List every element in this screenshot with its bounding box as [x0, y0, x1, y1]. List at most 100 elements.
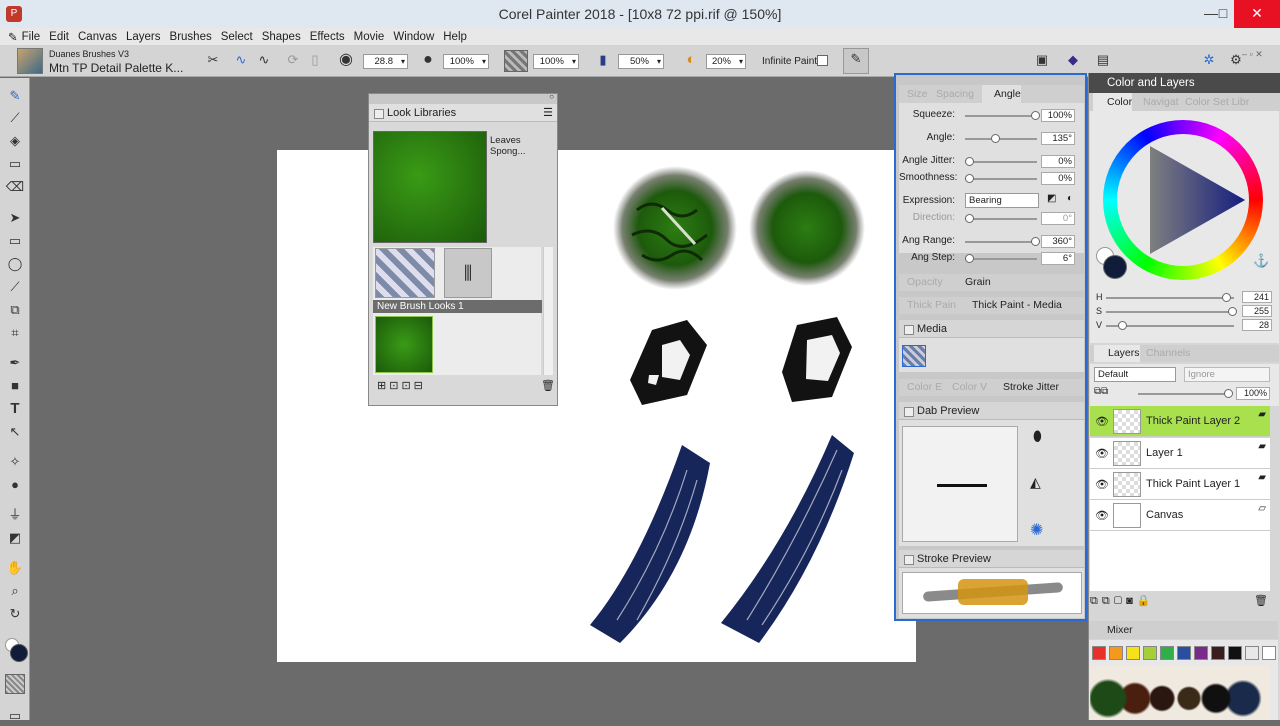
- mixer-color-swatch[interactable]: [1245, 646, 1259, 660]
- v-track[interactable]: [1106, 321, 1234, 330]
- tab-color[interactable]: Color: [1093, 93, 1133, 111]
- direction-icon[interactable]: ◐: [1067, 193, 1073, 204]
- eye-icon[interactable]: 👁: [1095, 447, 1109, 460]
- straight-line-icon[interactable]: ∿: [254, 50, 274, 70]
- mixer-color-swatch[interactable]: [1194, 646, 1208, 660]
- mixer-color-swatch[interactable]: [1160, 646, 1174, 660]
- menu-help[interactable]: Help: [443, 31, 467, 43]
- tab-grain[interactable]: Grain: [965, 274, 991, 291]
- h-track[interactable]: [1106, 293, 1234, 302]
- color-layers-title[interactable]: Color and Layers: [1089, 73, 1280, 93]
- layer-adjuster-icon[interactable]: ➤: [5, 208, 25, 228]
- transform-icon[interactable]: ⧉: [5, 300, 25, 320]
- saturation-value-triangle[interactable]: [1117, 134, 1249, 266]
- rotate-page-icon[interactable]: ↻: [5, 604, 25, 624]
- layer-opacity-track[interactable]: [1138, 389, 1233, 398]
- tab-thick-paint-media[interactable]: Thick Paint - Media: [972, 297, 1062, 314]
- menu-layers[interactable]: Layers: [126, 31, 161, 43]
- paint-drop-icon[interactable]: ◆: [1063, 50, 1083, 70]
- freehand-stroke-icon[interactable]: ∿: [231, 50, 251, 70]
- brush-category-label[interactable]: Duanes Brushes V3: [49, 49, 129, 59]
- reset-tool-icon[interactable]: ✂: [203, 50, 223, 70]
- media-selector-icon[interactable]: ▭: [5, 706, 25, 726]
- grain-field[interactable]: 100%: [533, 54, 579, 69]
- expression-dropdown[interactable]: Bearing: [965, 193, 1039, 208]
- mixer-color-swatch[interactable]: [1126, 646, 1140, 660]
- tab-channels[interactable]: Channels: [1146, 345, 1190, 362]
- library-icon[interactable]: ⊟: [414, 380, 426, 392]
- opacity-field[interactable]: 100%: [443, 54, 489, 69]
- close-button[interactable]: ✕: [1234, 0, 1280, 28]
- brush-tool-icon[interactable]: ✎: [5, 86, 25, 106]
- look-list-scrollbar[interactable]: [543, 247, 553, 375]
- stroke-attributes-icon[interactable]: ⟳: [283, 50, 303, 70]
- tab-spacing[interactable]: Spacing: [936, 85, 974, 103]
- menu-movie[interactable]: Movie: [354, 31, 385, 43]
- main-color-swatch[interactable]: [10, 644, 28, 662]
- mixer-color-swatch[interactable]: [1262, 646, 1276, 660]
- menu-brushes[interactable]: Brushes: [170, 31, 212, 43]
- color-stamp-icon[interactable]: ⚓: [1253, 253, 1269, 269]
- menu-window[interactable]: Window: [393, 31, 434, 43]
- dab-view-1-icon[interactable]: ⬮: [1033, 428, 1042, 445]
- mixer-header[interactable]: Mixer: [1089, 621, 1278, 639]
- new-layer-icon[interactable]: ▢: [1114, 595, 1126, 607]
- s-track[interactable]: [1106, 307, 1237, 316]
- library-row[interactable]: New Brush Looks 1: [373, 300, 542, 313]
- menu-shapes[interactable]: Shapes: [262, 31, 301, 43]
- eye-icon[interactable]: 👁: [1095, 415, 1109, 428]
- resaturation-field[interactable]: 50%: [618, 54, 664, 69]
- tab-thick-paint[interactable]: Thick Pain: [907, 297, 956, 314]
- new-look-icon[interactable]: ⊞: [377, 380, 389, 392]
- workspace-icon[interactable]: ✲: [1199, 50, 1219, 70]
- text-tool-icon[interactable]: T: [5, 399, 25, 419]
- mask-icon[interactable]: ◙: [1126, 595, 1137, 607]
- dab-view-2-icon[interactable]: ◭: [1030, 474, 1041, 491]
- menu-canvas[interactable]: Canvas: [78, 31, 117, 43]
- media-icon[interactable]: [902, 345, 926, 367]
- brush-category-icon[interactable]: [17, 48, 43, 74]
- dropper-tool-icon[interactable]: ⟋: [5, 108, 25, 128]
- menu-edit[interactable]: Edit: [49, 31, 69, 43]
- dodge-icon[interactable]: ●: [5, 475, 25, 495]
- brush-variant-label[interactable]: Mtn TP Detail Palette K...: [49, 61, 183, 75]
- tab-size[interactable]: Size: [907, 85, 927, 103]
- s-value[interactable]: 255: [1242, 305, 1272, 317]
- invert-icon[interactable]: ◩: [1047, 193, 1056, 204]
- v-value[interactable]: 28: [1242, 319, 1272, 331]
- dab-view-3-icon[interactable]: ✺: [1030, 520, 1043, 540]
- lock-icon[interactable]: 🔒: [1137, 595, 1155, 607]
- paint-bucket-icon[interactable]: ◈: [5, 131, 25, 151]
- size-field[interactable]: 28.8: [363, 54, 408, 69]
- mirror-icon[interactable]: ⏚: [5, 505, 25, 525]
- layer-opacity-value[interactable]: 100%: [1236, 387, 1270, 400]
- grabber-hand-icon[interactable]: ✋: [5, 558, 25, 578]
- tab-navigator[interactable]: Navigat: [1143, 93, 1179, 111]
- layer-commands-icon[interactable]: ⧉⧉: [1090, 595, 1114, 607]
- shape-tool-icon[interactable]: ■: [5, 376, 25, 396]
- export-look-icon[interactable]: ⊡: [401, 380, 413, 392]
- tab-stroke-jitter[interactable]: Stroke Jitter: [1003, 379, 1059, 396]
- eye-icon[interactable]: 👁: [1095, 509, 1109, 522]
- eye-icon[interactable]: 👁: [1095, 478, 1109, 491]
- magnifier-icon[interactable]: ⌕: [5, 581, 25, 601]
- cloner-icon[interactable]: ✧: [5, 452, 25, 472]
- pen-tool-icon[interactable]: ✒: [5, 353, 25, 373]
- layer-row[interactable]: 👁 Thick Paint Layer 1 ▰: [1090, 469, 1270, 500]
- import-look-icon[interactable]: ⊡: [389, 380, 401, 392]
- tab-angle[interactable]: Angle: [982, 85, 1021, 103]
- h-value[interactable]: 241: [1242, 291, 1272, 303]
- layer-row[interactable]: 👁 Layer 1 ▰: [1090, 438, 1270, 469]
- sub-window-controls[interactable]: – ▫ ✕: [1242, 49, 1263, 60]
- look-libraries-header[interactable]: Look Libraries ☰: [369, 104, 557, 122]
- magic-wand-icon[interactable]: ⟋: [5, 277, 25, 297]
- mixer-color-swatch[interactable]: [1211, 646, 1225, 660]
- delete-layer-icon[interactable]: 🗑: [1254, 594, 1272, 607]
- lasso-icon[interactable]: ◯: [5, 254, 25, 274]
- grain-icon[interactable]: [504, 50, 528, 72]
- delete-look-icon[interactable]: 🗑: [541, 379, 555, 392]
- perspective-icon[interactable]: ◩: [5, 528, 25, 548]
- preserve-dropdown[interactable]: Ignore: [1184, 367, 1270, 382]
- brush-selector-icon[interactable]: ▣: [1032, 50, 1052, 70]
- look-panel-close-icon[interactable]: ○: [549, 92, 554, 101]
